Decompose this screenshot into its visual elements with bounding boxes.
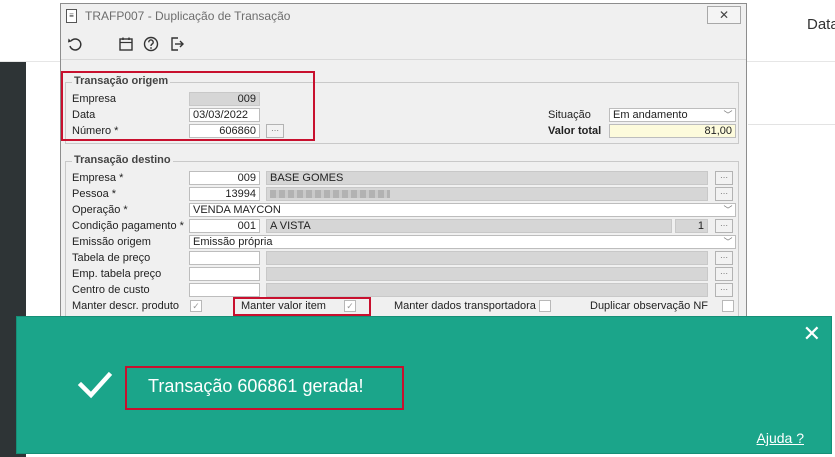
redacted-name (270, 190, 390, 199)
valor-total-label: Valor total (548, 125, 602, 137)
manter-dados-label: Manter dados transportadora (394, 300, 536, 312)
operacao-label: Operação * (72, 204, 128, 216)
centro-custo-lookup-button[interactable]: ⋯ (715, 283, 733, 297)
destino-empresa-name-field: BASE GOMES (266, 171, 708, 185)
manter-valor-highlight-box (233, 297, 371, 316)
window-close-button[interactable]: ✕ (707, 6, 741, 24)
tabela-preco-name-field (266, 251, 708, 265)
chevron-down-icon[interactable]: ﹀ (722, 109, 734, 121)
pessoa-lookup-button[interactable]: ⋯ (715, 187, 733, 201)
manter-dados-checkbox[interactable] (539, 300, 551, 312)
window-title: TRAFP007 - Duplicação de Transação (85, 9, 291, 23)
condicao-lookup-button[interactable]: ⋯ (715, 219, 733, 233)
help-link[interactable]: Ajuda ? (757, 430, 804, 446)
emp-tabela-name-field (266, 267, 708, 281)
pessoa-name-field (266, 187, 708, 201)
centro-custo-code-field[interactable] (189, 283, 260, 297)
situacao-label: Situação (548, 109, 591, 121)
destino-empresa-lookup-button[interactable]: ⋯ (715, 171, 733, 185)
manter-descr-label: Manter descr. produto (72, 300, 180, 312)
destino-empresa-code-field[interactable]: 009 (189, 171, 260, 185)
window-titlebar: ≡ TRAFP007 - Duplicação de Transação ✕ (61, 4, 746, 29)
calendar-icon[interactable] (118, 36, 134, 52)
condicao-label: Condição pagamento * (72, 220, 184, 232)
help-icon[interactable] (143, 36, 159, 52)
origem-highlight-box (61, 71, 315, 141)
duplication-window: ≡ TRAFP007 - Duplicação de Transação ✕ T… (60, 3, 747, 323)
tabela-preco-lookup-button[interactable]: ⋯ (715, 251, 733, 265)
condicao-code-field[interactable]: 001 (189, 219, 260, 233)
manter-descr-checkbox[interactable]: ✓ (190, 300, 202, 312)
toast-message-highlight-box (125, 366, 404, 410)
tabela-preco-code-field[interactable] (189, 251, 260, 265)
destino-empresa-label: Empresa * (72, 172, 124, 184)
emp-tabela-lookup-button[interactable]: ⋯ (715, 267, 733, 281)
centro-custo-name-field (266, 283, 708, 297)
emp-tabela-label: Emp. tabela preço (72, 268, 162, 280)
background-data-label: Data (807, 16, 835, 33)
document-icon: ≡ (66, 9, 77, 23)
chevron-down-icon[interactable]: ﹀ (722, 204, 734, 216)
toolbar-separator (61, 59, 746, 60)
destino-group-title: Transação destino (72, 154, 173, 166)
valor-total-field: 81,00 (609, 124, 736, 138)
condicao-name-field: A VISTA (266, 219, 672, 233)
duplicar-obs-checkbox[interactable] (722, 300, 734, 312)
situacao-select[interactable]: Em andamento (609, 108, 736, 122)
operacao-select[interactable]: VENDA MAYCON (189, 203, 736, 217)
emp-tabela-code-field[interactable] (189, 267, 260, 281)
exit-icon[interactable] (169, 36, 185, 52)
pessoa-code-field[interactable]: 13994 (189, 187, 260, 201)
pessoa-label: Pessoa * (72, 188, 117, 200)
centro-custo-label: Centro de custo (72, 284, 150, 296)
tabela-preco-label: Tabela de preço (72, 252, 151, 264)
emissao-label: Emissão origem (72, 236, 151, 248)
checkmark-icon (77, 367, 113, 403)
chevron-down-icon[interactable]: ﹀ (722, 236, 734, 248)
background-divider-right (748, 124, 835, 125)
duplicar-obs-label: Duplicar observação NF (590, 300, 708, 312)
toast-close-button[interactable]: ✕ (803, 323, 821, 345)
condicao-parcelas-field: 1 (675, 219, 708, 233)
undo-icon[interactable] (67, 36, 83, 52)
emissao-select[interactable]: Emissão própria (189, 235, 736, 249)
